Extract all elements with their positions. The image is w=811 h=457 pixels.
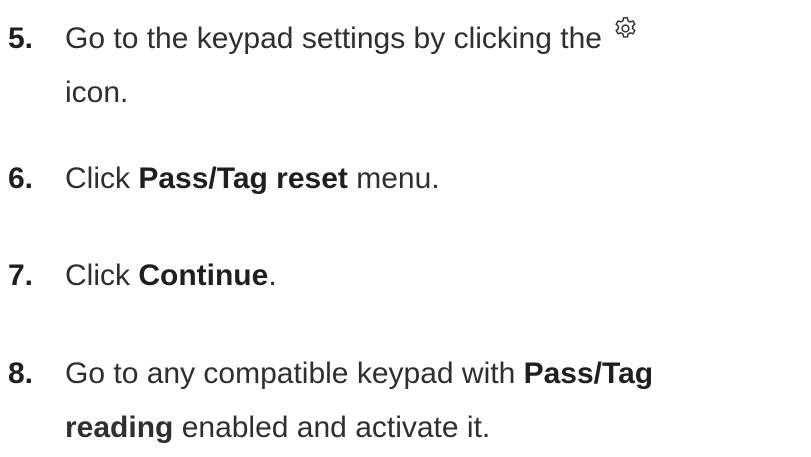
step-bold-text: Continue (138, 259, 269, 292)
step-text-after: menu. (347, 162, 440, 195)
step-text: Click (65, 162, 139, 195)
step-text: enabled and activate it. (173, 411, 491, 444)
step-7: 7. Click Continue. (8, 247, 808, 305)
step-8: 8. Go to any compatible keypad with Pass/… (8, 345, 808, 403)
step-text: Go to any compatible keypad with (65, 357, 524, 390)
step-text: Go to the keypad settings by clicking th… (65, 22, 602, 55)
step-5: 5. Go to the keypad settings by clicking … (8, 10, 808, 68)
step-number: 7. (8, 259, 34, 292)
step-bold-text: reading (65, 411, 174, 444)
gear-icon (612, 15, 639, 42)
step-5-continuation: icon. (65, 76, 129, 109)
step-8-continuation: reading enabled and activate it. (65, 399, 490, 457)
step-bold-text: Pass/Tag (523, 357, 654, 390)
step-text: Click (65, 259, 139, 292)
step-6: 6. Click Pass/Tag reset menu. (8, 150, 808, 208)
step-text-after: . (268, 259, 277, 292)
step-number: 6. (8, 162, 34, 195)
step-number: 8. (8, 357, 34, 390)
step-number: 5. (8, 22, 34, 55)
instruction-steps: 5. Go to the keypad settings by clicking … (0, 0, 811, 448)
step-bold-text: Pass/Tag reset (138, 162, 348, 195)
